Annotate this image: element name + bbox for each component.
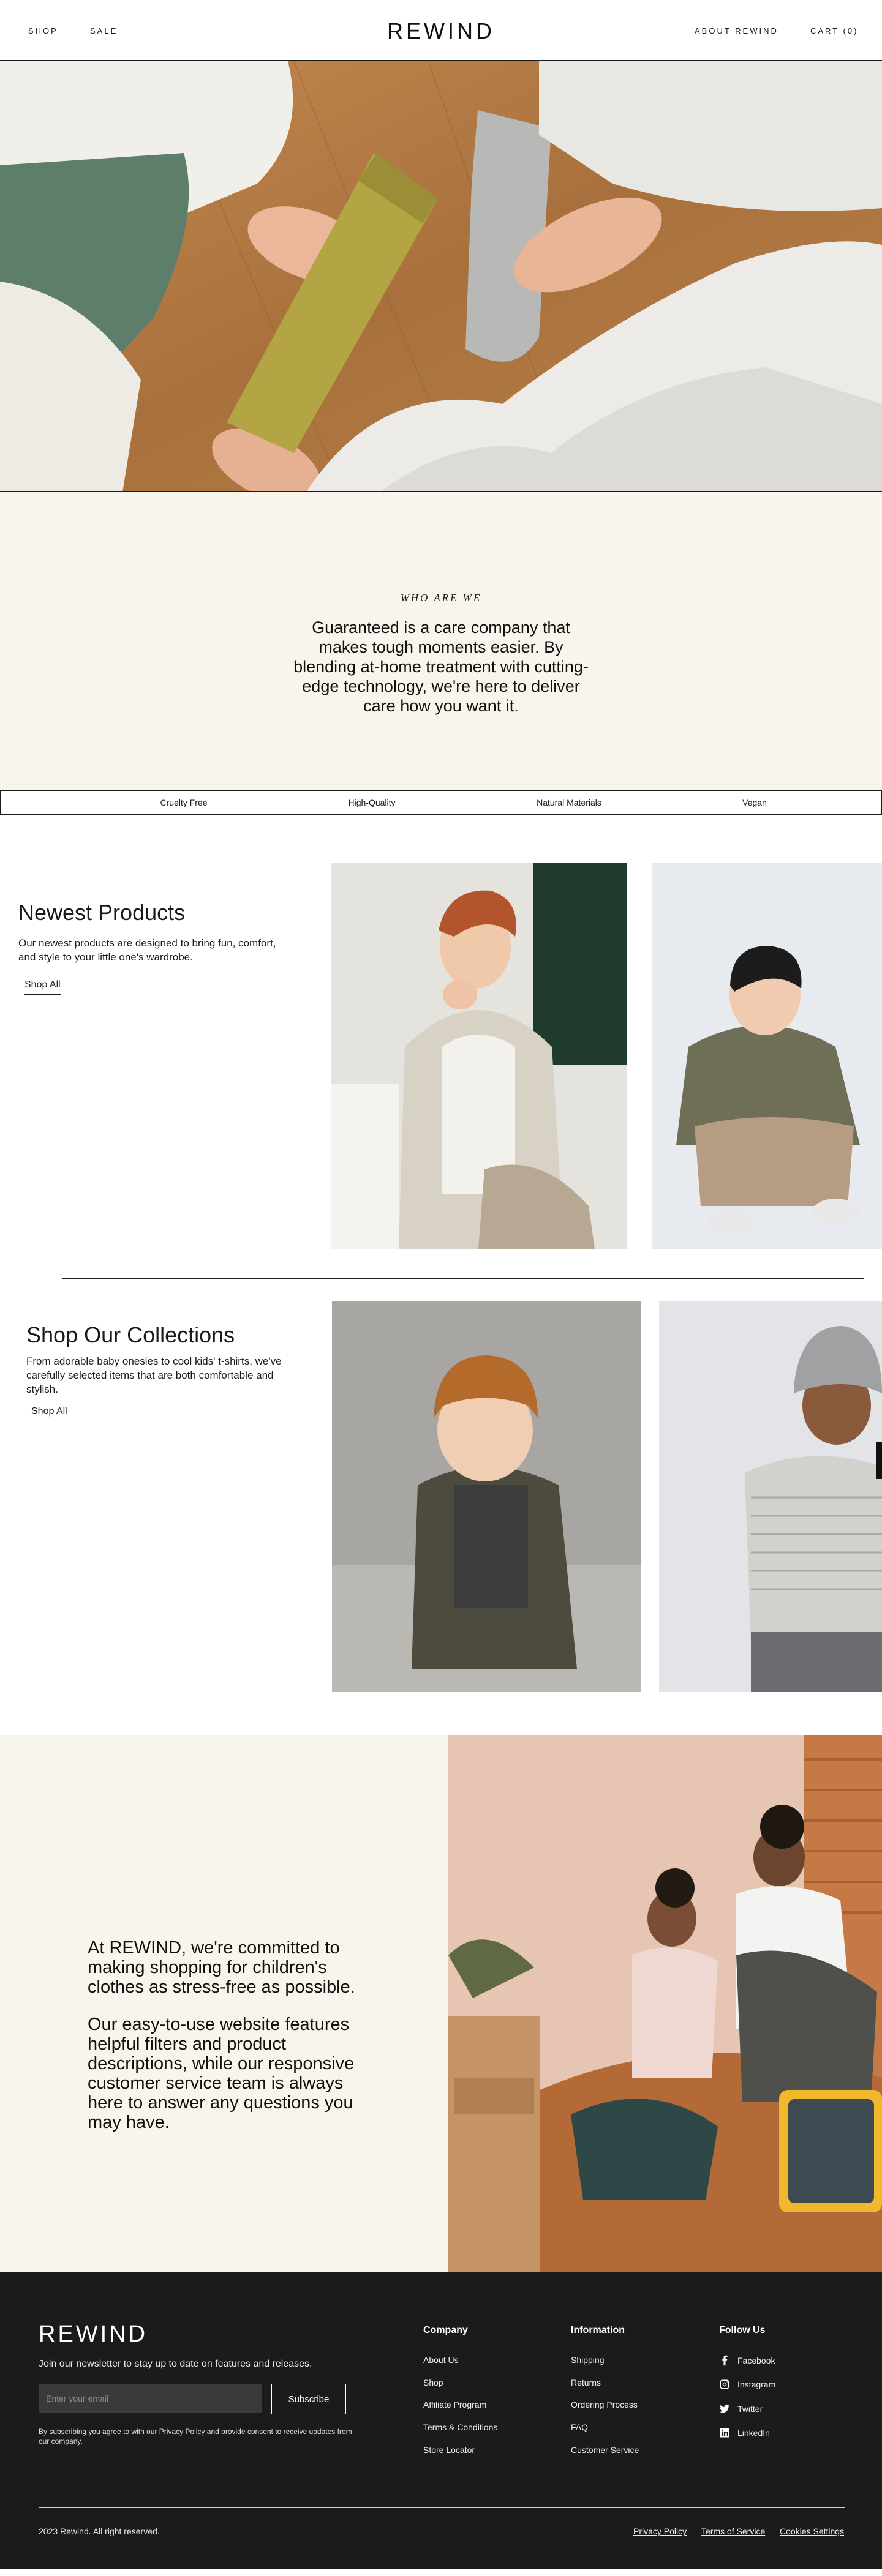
product-image-2[interactable] (652, 863, 882, 1249)
collection-image-2[interactable] (659, 1301, 882, 1692)
boy-green-sweater-illustration (652, 863, 882, 1249)
collections-shop-all-button[interactable]: Shop All (31, 1406, 67, 1421)
product-image-1[interactable] (331, 863, 627, 1249)
about-section: WHO ARE WE Guaranteed is a care company … (0, 492, 882, 790)
linkedin-icon (720, 2428, 729, 2438)
footer-link-terms[interactable]: Terms & Conditions (423, 2422, 497, 2432)
feature-vegan: Vegan (742, 798, 767, 807)
nav-about[interactable]: ABOUT REWIND (695, 26, 778, 36)
footer-link-ordering[interactable]: Ordering Process (571, 2400, 638, 2409)
newest-products-section: Newest Products Our newest products are … (0, 815, 882, 1284)
social-facebook-label: Facebook (737, 2356, 775, 2365)
section-divider (62, 1278, 864, 1279)
facebook-icon (722, 2355, 728, 2366)
about-eyebrow: WHO ARE WE (400, 592, 482, 604)
footer-col-company-title: Company (423, 2325, 468, 2335)
copyright-text: 2023 Rewind. All right reserved. (39, 2526, 160, 2536)
products-title: Newest Products (18, 900, 186, 925)
footer-link-affiliate[interactable]: Affiliate Program (423, 2400, 486, 2409)
commitment-paragraph-2: Our easy-to-use website features helpful… (88, 2015, 355, 2132)
instagram-icon (720, 2379, 729, 2389)
social-twitter[interactable]: Twitter (719, 2402, 763, 2416)
products-description: Our newest products are designed to brin… (18, 937, 276, 963)
consent-text-start: By subscribing you agree to with our (39, 2427, 159, 2436)
site-header: SHOP SALE REWIND ABOUT REWIND CART (0) (0, 0, 882, 61)
commitment-section: At REWIND, we're committed to making sho… (0, 1735, 882, 2272)
site-footer: REWIND Join our newsletter to stay up to… (0, 2272, 882, 2569)
twitter-icon (719, 2404, 730, 2413)
commitment-image (448, 1735, 882, 2272)
footer-consent-text: By subscribing you agree to with our Pri… (39, 2427, 357, 2446)
footer-link-customer-service[interactable]: Customer Service (571, 2445, 639, 2455)
collections-title: Shop Our Collections (26, 1322, 235, 1347)
footer-link-shop[interactable]: Shop (423, 2378, 443, 2387)
features-strip: Cruelty Free High-Quality Natural Materi… (0, 790, 882, 815)
products-shop-all-button[interactable]: Shop All (24, 979, 61, 995)
footer-link-about-us[interactable]: About Us (423, 2355, 459, 2365)
footer-logo[interactable]: REWIND (39, 2321, 148, 2348)
footer-link-faq[interactable]: FAQ (571, 2422, 588, 2432)
about-text: Guaranteed is a care company that makes … (293, 618, 589, 715)
social-twitter-label: Twitter (737, 2404, 763, 2414)
social-linkedin[interactable]: LinkedIn (719, 2426, 770, 2439)
footer-newsletter-text: Join our newsletter to stay up to date o… (39, 2359, 312, 2369)
footer-divider (39, 2507, 845, 2508)
commitment-paragraph-1: At REWIND, we're committed to making sho… (88, 1938, 355, 1997)
boy-beige-jacket-illustration (331, 863, 627, 1249)
hero-image (0, 61, 882, 492)
consent-privacy-link[interactable]: Privacy Policy (159, 2427, 205, 2436)
hero-photo-illustration (0, 61, 882, 491)
footer-col-follow-title: Follow Us (719, 2325, 766, 2335)
footer-col-information-title: Information (571, 2325, 625, 2335)
footer-privacy-policy-link[interactable]: Privacy Policy (633, 2526, 687, 2536)
feature-cruelty-free: Cruelty Free (160, 798, 208, 807)
footer-link-returns[interactable]: Returns (571, 2378, 601, 2387)
collections-description: From adorable baby onesies to cool kids'… (26, 1355, 282, 1395)
footer-link-store-locator[interactable]: Store Locator (423, 2445, 475, 2455)
footer-link-shipping[interactable]: Shipping (571, 2355, 605, 2365)
social-linkedin-label: LinkedIn (737, 2428, 770, 2438)
footer-terms-link[interactable]: Terms of Service (701, 2526, 765, 2536)
subscribe-button[interactable]: Subscribe (271, 2384, 346, 2414)
social-instagram[interactable]: Instagram (719, 2378, 775, 2391)
nav-cart[interactable]: CART (0) (810, 26, 858, 36)
boy-grey-beanie-illustration (659, 1301, 882, 1692)
collections-section: Shop Our Collections From adorable baby … (0, 1284, 882, 1735)
newsletter-email-input[interactable] (39, 2384, 262, 2413)
collection-image-1[interactable] (332, 1301, 641, 1692)
family-packing-illustration (448, 1735, 882, 2272)
feature-high-quality: High-Quality (348, 798, 396, 807)
social-facebook[interactable]: Facebook (719, 2354, 775, 2367)
feature-natural-materials: Natural Materials (537, 798, 601, 807)
toddler-orange-beanie-illustration (332, 1301, 641, 1692)
footer-cookies-link[interactable]: Cookies Settings (780, 2526, 844, 2536)
social-instagram-label: Instagram (737, 2379, 776, 2389)
